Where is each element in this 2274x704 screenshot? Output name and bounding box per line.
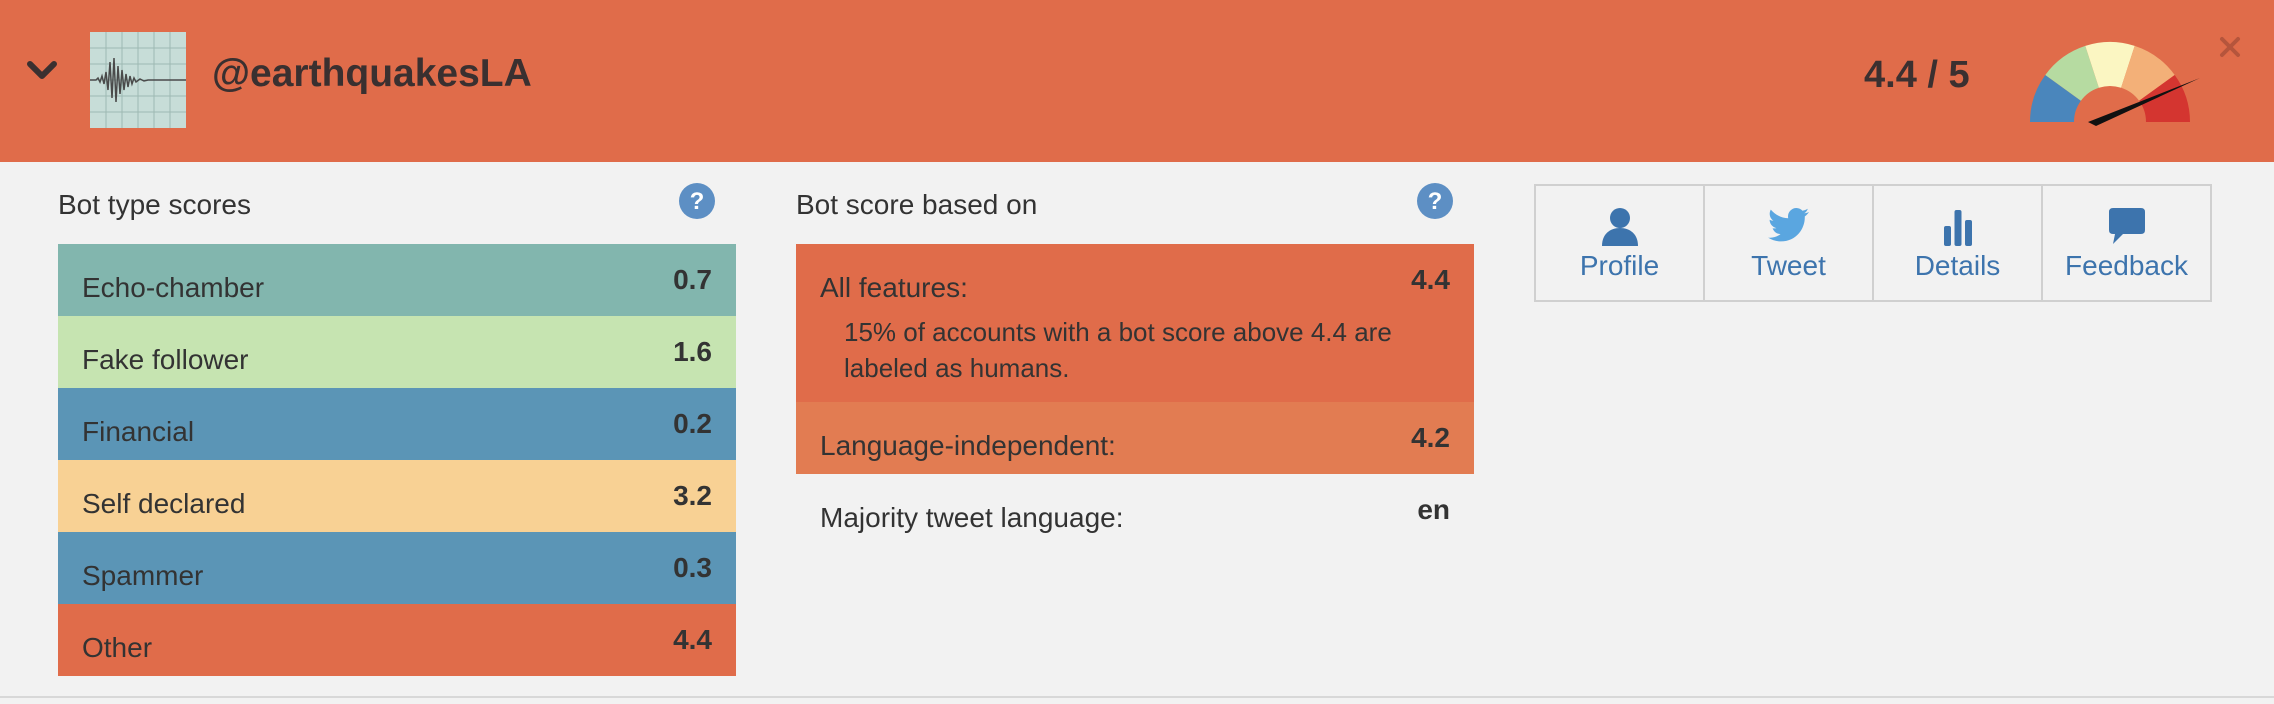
- majority-language-block: Majority tweet language: en: [796, 474, 1474, 546]
- gauge-meter-icon: [2030, 41, 2200, 126]
- majority-language-label: Majority tweet language:: [820, 502, 1124, 533]
- all-features-block: All features: 4.4 15% of accounts with a…: [796, 244, 1474, 402]
- bot-type-title: Bot type scores: [58, 189, 251, 220]
- avatar: [90, 32, 186, 128]
- twitter-bird-icon: [1767, 208, 1809, 242]
- bot-type-value: 0.2: [673, 408, 712, 439]
- tweet-button[interactable]: Tweet: [1705, 186, 1874, 300]
- bot-type-row-fake-follower: Fake follower 1.6: [58, 316, 736, 388]
- all-features-value: 4.4: [1411, 264, 1450, 295]
- chat-bubble-icon: [2108, 208, 2145, 244]
- bot-type-value: 4.4: [673, 624, 712, 655]
- profile-button-label: Profile: [1579, 250, 1660, 281]
- help-bot-type-icon[interactable]: ?: [678, 182, 716, 220]
- feedback-button[interactable]: Feedback: [2043, 186, 2210, 300]
- bot-type-label: Other: [82, 632, 153, 663]
- bot-type-label: Financial: [82, 416, 195, 447]
- bot-type-value: 1.6: [673, 336, 712, 367]
- user-icon: [1601, 208, 1638, 246]
- all-features-label: All features:: [820, 272, 968, 303]
- bot-type-row-echo-chamber: Echo-chamber 0.7: [58, 244, 736, 316]
- bot-type-value: 3.2: [673, 480, 712, 511]
- account-handle: @earthquakesLA: [212, 52, 532, 95]
- details-button-label: Details: [1914, 250, 2001, 281]
- svg-text:?: ?: [1428, 188, 1443, 215]
- bot-type-row-other: Other 4.4: [58, 604, 736, 676]
- details-button[interactable]: Details: [1874, 186, 2043, 300]
- bar-chart-icon: [1943, 210, 1972, 246]
- bot-score-title: Bot score based on: [796, 189, 1038, 220]
- language-independent-value: 4.2: [1411, 422, 1450, 453]
- chevron-down-icon[interactable]: [24, 52, 60, 88]
- majority-language-value: en: [1417, 494, 1450, 525]
- bot-type-value: 0.7: [673, 264, 712, 295]
- profile-button[interactable]: Profile: [1536, 186, 1705, 300]
- language-independent-label: Language-independent:: [820, 430, 1116, 461]
- help-bot-score-icon[interactable]: ?: [1416, 182, 1454, 220]
- bot-type-label: Self declared: [82, 488, 246, 519]
- bot-type-row-financial: Financial 0.2: [58, 388, 736, 460]
- action-button-group: Profile Tweet Details Feedback: [1534, 184, 2212, 302]
- language-independent-block: Language-independent: 4.2: [796, 402, 1474, 474]
- tweet-button-label: Tweet: [1751, 250, 1826, 281]
- overall-score: 4.4 / 5: [1864, 54, 1970, 96]
- bot-type-label: Echo-chamber: [82, 272, 265, 303]
- bot-type-label: Spammer: [82, 560, 204, 591]
- bot-type-row-spammer: Spammer 0.3: [58, 532, 736, 604]
- bot-type-row-self-declared: Self declared 3.2: [58, 460, 736, 532]
- bot-type-label: Fake follower: [82, 344, 249, 375]
- account-header: @earthquakesLA 4.4 / 5: [0, 0, 2274, 162]
- all-features-note: 15% of accounts with a bot score above 4…: [844, 317, 1392, 383]
- feedback-button-label: Feedback: [2065, 250, 2188, 281]
- close-icon[interactable]: [2219, 36, 2241, 58]
- svg-text:?: ?: [690, 188, 705, 215]
- divider: [0, 696, 2274, 698]
- bot-type-value: 0.3: [673, 552, 712, 583]
- bot-type-list: Echo-chamber 0.7 Fake follower 1.6 Finan…: [58, 244, 736, 676]
